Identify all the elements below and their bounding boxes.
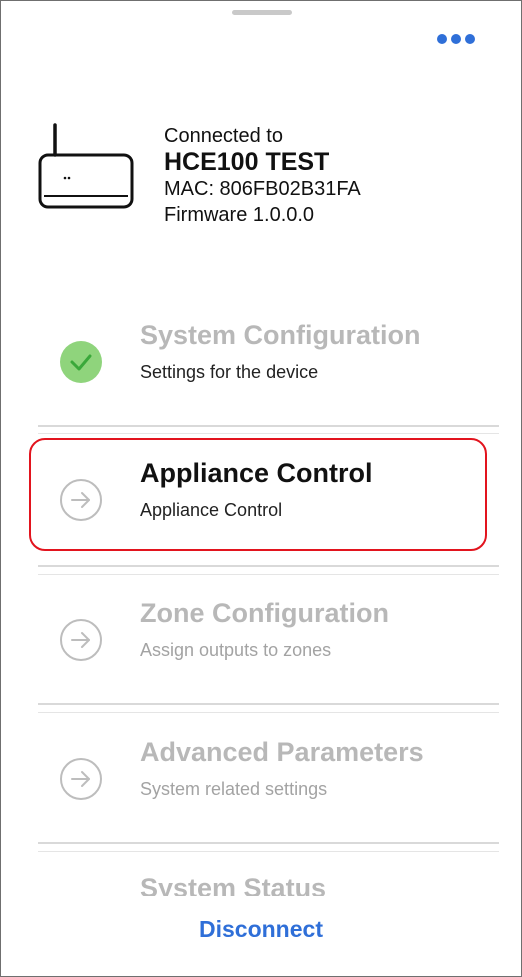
device-firmware: Firmware 1.0.0.0 [164, 204, 315, 226]
device-mac: MAC: 806FB02B31FA [164, 178, 361, 200]
menu-item-title: Zone Configuration [140, 598, 389, 628]
divider [38, 712, 499, 713]
menu-item-subtitle: System related settings [140, 779, 328, 799]
disconnect-button[interactable]: Disconnect [1, 916, 521, 943]
arrow-right-circle-icon [60, 758, 102, 800]
sheet-grabber[interactable] [232, 10, 292, 15]
check-circle-icon [60, 341, 102, 383]
divider [38, 851, 499, 852]
divider [38, 574, 499, 575]
selection-highlight [29, 438, 487, 551]
menu-item-subtitle: Settings for the device [140, 362, 319, 382]
app-screen: Connected to HCE100 TEST MAC: 806FB02B31… [0, 0, 522, 977]
connected-label: Connected to [164, 125, 283, 147]
arrow-right-circle-icon [60, 619, 102, 661]
divider [38, 425, 499, 427]
menu-item-title: System Configuration [140, 320, 421, 350]
menu-item-subtitle: Assign outputs to zones [140, 640, 332, 660]
device-info: Connected to HCE100 TEST MAC: 806FB02B31… [164, 124, 361, 228]
divider [38, 842, 499, 844]
menu-item-zone-configuration[interactable]: Zone Configuration Assign outputs to zon… [31, 588, 489, 688]
divider [38, 433, 499, 434]
menu-item-title: Advanced Parameters [140, 737, 424, 767]
menu-item-advanced-parameters[interactable]: Advanced Parameters System related setti… [31, 727, 489, 827]
divider [38, 565, 499, 567]
more-options-icon[interactable] [437, 31, 481, 47]
router-icon [38, 123, 134, 209]
menu-item-system-configuration[interactable]: System Configuration Settings for the de… [31, 310, 489, 410]
divider [38, 703, 499, 705]
device-name: HCE100 TEST [164, 148, 330, 176]
